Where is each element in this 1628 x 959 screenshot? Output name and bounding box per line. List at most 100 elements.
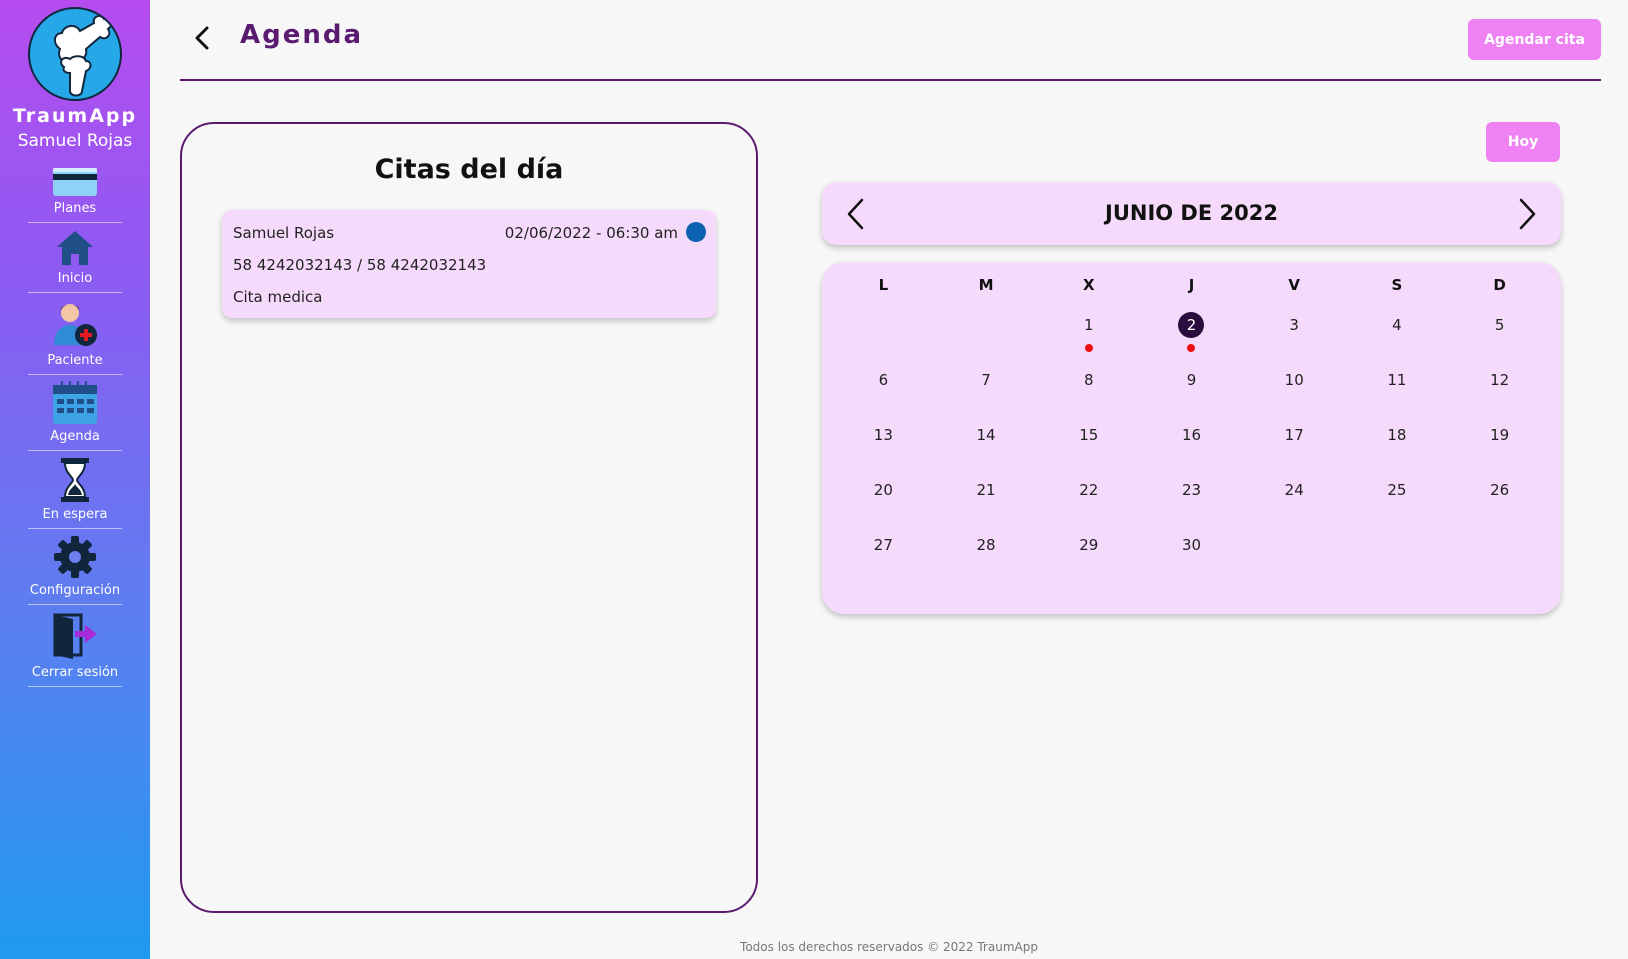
calendar-day-25[interactable]: 25 <box>1346 477 1449 532</box>
day-number: 8 <box>1084 371 1094 389</box>
calendar-day-26[interactable]: 26 <box>1448 477 1551 532</box>
calendar-day-1[interactable]: 1 <box>1037 312 1140 367</box>
day-number: 25 <box>1387 481 1407 499</box>
weekday-label: V <box>1288 276 1300 294</box>
day-number: 2 <box>1178 312 1205 338</box>
calendar-day-27[interactable]: 27 <box>832 532 935 587</box>
agendar-cita-button[interactable]: Agendar cita <box>1468 19 1601 60</box>
calendar-day-3[interactable]: 3 <box>1243 312 1346 367</box>
calendar-day-10[interactable]: 10 <box>1243 367 1346 422</box>
calendar-weekdays: LMXJVSD <box>822 276 1561 294</box>
sidebar-item-paciente[interactable]: Paciente <box>28 293 122 375</box>
day-number: 5 <box>1494 316 1505 334</box>
cita-patient-name: Samuel Rojas <box>233 224 335 242</box>
event-marker-dot <box>1084 344 1093 352</box>
calendar-day-4[interactable]: 4 <box>1346 312 1449 367</box>
sidebar-item-agenda[interactable]: Agenda <box>28 375 122 451</box>
footer-text: Todos los derechos reservados © 2022 Tra… <box>740 940 1038 954</box>
app-logo <box>28 7 122 101</box>
cita-type: Cita medica <box>233 288 323 306</box>
home-icon <box>57 231 93 265</box>
day-number: 13 <box>873 426 893 444</box>
logout-door-icon <box>53 613 97 659</box>
day-number: 28 <box>976 536 996 554</box>
weekday-label: S <box>1391 276 1403 294</box>
sidebar-item-label: Configuración <box>29 583 121 598</box>
calendar-header: JUNIO DE 2022 <box>822 182 1561 245</box>
next-month-button[interactable] <box>1515 196 1539 232</box>
day-number: 20 <box>873 481 893 499</box>
hourglass-icon <box>61 458 89 502</box>
calendar-day-24[interactable]: 24 <box>1243 477 1346 532</box>
calendar-day-20[interactable]: 20 <box>832 477 935 532</box>
today-button[interactable]: Hoy <box>1486 122 1560 162</box>
patient-add-icon <box>54 304 97 346</box>
day-number: 14 <box>976 426 996 444</box>
sidebar-item-label: Cerrar sesión <box>31 665 119 680</box>
calendar-day-19[interactable]: 19 <box>1448 422 1551 477</box>
day-number: 30 <box>1181 536 1202 554</box>
day-number: 29 <box>1079 536 1099 554</box>
calendar-grid: LMXJVSD 1 2 3 4 5 6 7 8 9 10 11 12 13 14 15 16 17 18 19 20 2… <box>822 262 1561 614</box>
user-name: Samuel Rojas <box>17 131 133 151</box>
weekday-label: M <box>978 276 994 294</box>
back-button[interactable] <box>187 22 217 54</box>
day-number: 23 <box>1181 481 1202 499</box>
calendar-day-8[interactable]: 8 <box>1037 367 1140 422</box>
day-number: 27 <box>873 536 893 554</box>
calendar-day-14[interactable]: 14 <box>935 422 1038 477</box>
day-number: 4 <box>1392 316 1402 334</box>
calendar-day-2[interactable]: 2 <box>1140 312 1243 367</box>
sidebar-item-label: En espera <box>42 507 108 522</box>
calendar-days: 1 2 3 4 5 6 7 8 9 10 11 12 13 14 15 16 17 18 19 20 21 22 23 24 2… <box>822 312 1561 587</box>
calendar-day-7[interactable]: 7 <box>935 367 1038 422</box>
sidebar-item-configuracion[interactable]: Configuración <box>28 529 122 605</box>
calendar-day-23[interactable]: 23 <box>1140 477 1243 532</box>
calendar-day-21[interactable]: 21 <box>935 477 1038 532</box>
day-number: 10 <box>1284 371 1304 389</box>
calendar-day-5[interactable]: 5 <box>1448 312 1551 367</box>
calendar-day-9[interactable]: 9 <box>1140 367 1243 422</box>
day-number: 19 <box>1490 426 1510 444</box>
calendar-day-12[interactable]: 12 <box>1448 367 1551 422</box>
calendar-icon <box>53 381 97 424</box>
chevron-right-icon <box>1519 198 1536 230</box>
sidebar-nav: Planes Inicio Paciente Agenda En espera … <box>0 161 150 687</box>
sidebar-item-label: Planes <box>53 201 97 216</box>
calendar-day-17[interactable]: 17 <box>1243 422 1346 477</box>
brand-name: TraumApp <box>12 105 138 127</box>
calendar-day-16[interactable]: 16 <box>1140 422 1243 477</box>
empty-day-cell <box>935 312 1038 367</box>
sidebar-item-en-espera[interactable]: En espera <box>28 451 122 529</box>
day-number: 9 <box>1186 371 1197 389</box>
sidebar-item-planes[interactable]: Planes <box>28 161 122 223</box>
calendar-day-28[interactable]: 28 <box>935 532 1038 587</box>
calendar-day-13[interactable]: 13 <box>832 422 935 477</box>
day-number: 24 <box>1284 481 1304 499</box>
day-number: 6 <box>878 371 889 389</box>
day-number: 15 <box>1079 426 1099 444</box>
cita-card[interactable]: Samuel Rojas 02/06/2022 - 06:30 am 58 42… <box>222 210 716 318</box>
calendar-day-18[interactable]: 18 <box>1346 422 1449 477</box>
day-number: 1 <box>1084 316 1094 334</box>
sidebar-item-cerrar-sesion[interactable]: Cerrar sesión <box>28 605 122 687</box>
calendar-day-15[interactable]: 15 <box>1037 422 1140 477</box>
day-number: 21 <box>976 481 996 499</box>
empty-day-cell <box>832 312 935 367</box>
calendar-day-22[interactable]: 22 <box>1037 477 1140 532</box>
calendar-day-11[interactable]: 11 <box>1346 367 1449 422</box>
day-number: 26 <box>1490 481 1510 499</box>
calendar-day-6[interactable]: 6 <box>832 367 935 422</box>
page-title: Agenda <box>240 20 364 50</box>
weekday-label: X <box>1082 276 1095 294</box>
header-divider <box>180 79 1601 81</box>
day-number: 7 <box>981 371 991 389</box>
event-marker-dot <box>1187 344 1196 352</box>
chevron-left-icon <box>195 26 209 50</box>
calendar-day-30[interactable]: 30 <box>1140 532 1243 587</box>
cita-status-dot <box>686 222 706 242</box>
calendar-day-29[interactable]: 29 <box>1037 532 1140 587</box>
sidebar-item-label: Inicio <box>57 271 93 286</box>
bone-joint-icon <box>54 15 112 97</box>
sidebar-item-inicio[interactable]: Inicio <box>28 223 122 293</box>
